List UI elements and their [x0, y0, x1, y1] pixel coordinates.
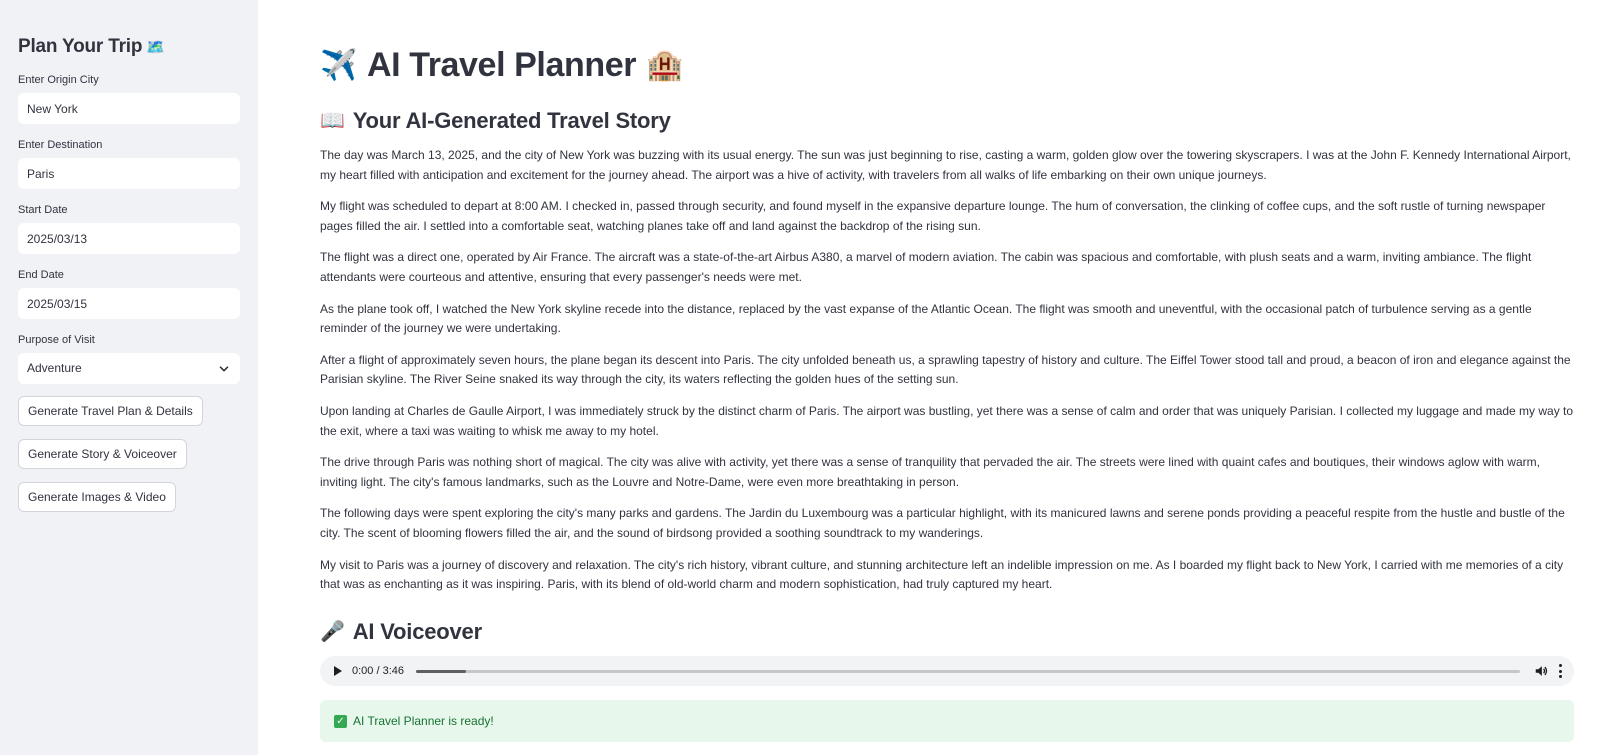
purpose-select[interactable]: Adventure — [18, 353, 240, 384]
status-message: AI Travel Planner is ready! — [353, 714, 494, 728]
sidebar: Plan Your Trip 🗺️ Enter Origin City New Y… — [0, 0, 258, 755]
voiceover-heading-text: AI Voiceover — [352, 619, 482, 644]
audio-time: 0:00 / 3:46 — [352, 665, 404, 677]
start-date-label: Start Date — [18, 204, 68, 216]
page-title-text: AI Travel Planner — [366, 46, 637, 84]
page-title: ✈️ AI Travel Planner 🏨 — [320, 46, 683, 85]
origin-city-input[interactable]: New York — [18, 93, 240, 124]
microphone-icon: 🎤 — [320, 621, 345, 643]
volume-icon[interactable] — [1534, 664, 1548, 678]
story-paragraph: The following days were spent exploring … — [320, 506, 1565, 540]
story-paragraph: The day was March 13, 2025, and the city… — [320, 148, 1571, 182]
sidebar-title: Plan Your Trip 🗺️ — [18, 36, 165, 58]
generate-images-video-button[interactable]: Generate Images & Video — [18, 482, 176, 512]
story-heading-text: Your AI-Generated Travel Story — [352, 108, 671, 133]
story-paragraph: My visit to Paris was a journey of disco… — [320, 557, 1564, 592]
story-heading: 📖 Your AI-Generated Travel Story — [320, 108, 671, 134]
generate-travel-plan-button[interactable]: Generate Travel Plan & Details — [18, 396, 203, 426]
voiceover-heading: 🎤 AI Voiceover — [320, 619, 482, 645]
success-alert: ✓ AI Travel Planner is ready! — [320, 700, 1574, 742]
story-paragraph: After a flight of approximately seven ho… — [320, 352, 1571, 387]
story-paragraph: As the plane took off, I watched the New… — [320, 301, 1532, 336]
story-text: The day was March 13, 2025, and the city… — [320, 146, 1576, 607]
end-date-label: End Date — [18, 269, 64, 281]
airplane-icon: ✈️ — [320, 48, 357, 82]
destination-label: Enter Destination — [18, 139, 103, 151]
purpose-label: Purpose of Visit — [18, 334, 95, 346]
open-book-icon: 📖 — [320, 110, 345, 132]
audio-progress — [416, 669, 466, 673]
story-paragraph: Upon landing at Charles de Gaulle Airpor… — [320, 403, 1574, 438]
play-icon[interactable] — [334, 666, 342, 676]
generate-story-voiceover-button[interactable]: Generate Story & Voiceover — [18, 439, 187, 469]
story-paragraph: The flight was a direct one, operated by… — [320, 250, 1532, 284]
story-paragraph: The drive through Paris was nothing shor… — [320, 455, 1540, 489]
audio-player: 0:00 / 3:46 — [320, 656, 1574, 686]
hotel-icon: 🏨 — [646, 48, 684, 82]
chevron-down-icon — [219, 365, 229, 371]
end-date-input[interactable]: 2025/03/15 — [18, 288, 240, 319]
origin-label: Enter Origin City — [18, 74, 99, 86]
check-icon: ✓ — [334, 714, 347, 728]
main-content: ✈️ AI Travel Planner 🏨 📖 Your AI-Generat… — [258, 0, 1600, 755]
purpose-select-value: Adventure — [27, 361, 82, 375]
audio-seek-bar[interactable] — [416, 669, 1520, 673]
start-date-input[interactable]: 2025/03/13 — [18, 223, 240, 254]
sidebar-title-text: Plan Your Trip — [18, 36, 143, 57]
destination-input[interactable]: Paris — [18, 158, 240, 189]
world-map-icon: 🗺️ — [146, 39, 165, 56]
story-paragraph: My flight was scheduled to depart at 8:0… — [320, 199, 1546, 233]
more-options-icon[interactable] — [1558, 664, 1562, 678]
